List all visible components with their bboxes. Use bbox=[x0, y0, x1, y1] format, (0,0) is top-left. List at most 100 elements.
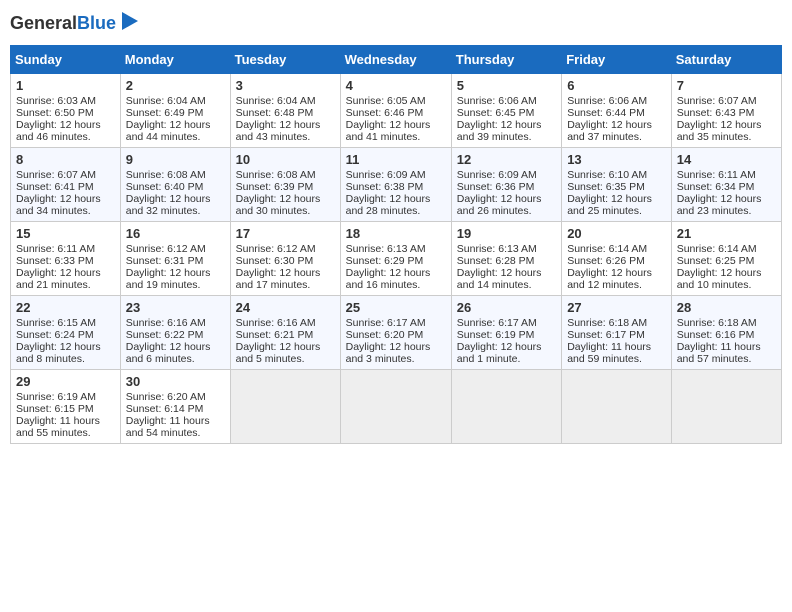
sunrise-text: Sunrise: 6:14 AM bbox=[567, 243, 666, 255]
day-number: 16 bbox=[126, 226, 225, 241]
calendar-cell: 18Sunrise: 6:13 AMSunset: 6:29 PMDayligh… bbox=[340, 222, 451, 296]
sunset-text: Sunset: 6:46 PM bbox=[346, 107, 446, 119]
daylight-text: Daylight: 11 hours and 54 minutes. bbox=[126, 415, 225, 439]
daylight-text: Daylight: 12 hours and 5 minutes. bbox=[236, 341, 335, 365]
calendar-cell: 25Sunrise: 6:17 AMSunset: 6:20 PMDayligh… bbox=[340, 296, 451, 370]
daylight-text: Daylight: 12 hours and 37 minutes. bbox=[567, 119, 666, 143]
calendar-cell: 17Sunrise: 6:12 AMSunset: 6:30 PMDayligh… bbox=[230, 222, 340, 296]
sunrise-text: Sunrise: 6:17 AM bbox=[457, 317, 556, 329]
sunrise-text: Sunrise: 6:17 AM bbox=[346, 317, 446, 329]
sunset-text: Sunset: 6:44 PM bbox=[567, 107, 666, 119]
day-number: 6 bbox=[567, 78, 666, 93]
sunrise-text: Sunrise: 6:11 AM bbox=[677, 169, 776, 181]
calendar-cell: 12 Sunrise: 6:09 AMSunset: 6:36 PMDayligh… bbox=[451, 148, 561, 222]
day-number: 1 bbox=[16, 78, 115, 93]
sunrise-text: Sunrise: 6:03 AM bbox=[16, 95, 115, 107]
day-number: 9 bbox=[126, 152, 225, 167]
calendar-cell: 8Sunrise: 6:07 AMSunset: 6:41 PMDaylight… bbox=[11, 148, 121, 222]
sunrise-text: Sunrise: 6:09 AM bbox=[346, 169, 446, 181]
calendar-cell bbox=[562, 370, 672, 444]
calendar-cell: 2Sunrise: 6:04 AMSunset: 6:49 PMDaylight… bbox=[120, 74, 230, 148]
sunset-text: Sunset: 6:41 PM bbox=[16, 181, 115, 193]
sunrise-text: Sunrise: 6:20 AM bbox=[126, 391, 225, 403]
sunset-text: Sunset: 6:31 PM bbox=[126, 255, 225, 267]
calendar-cell: 23Sunrise: 6:16 AMSunset: 6:22 PMDayligh… bbox=[120, 296, 230, 370]
daylight-text: Daylight: 12 hours and 25 minutes. bbox=[567, 193, 666, 217]
sunrise-text: Sunrise: 6:12 AM bbox=[126, 243, 225, 255]
sunrise-text: Sunrise: 6:12 AM bbox=[236, 243, 335, 255]
daylight-text: Daylight: 12 hours and 8 minutes. bbox=[16, 341, 115, 365]
sunset-text: Sunset: 6:43 PM bbox=[677, 107, 776, 119]
day-number: 24 bbox=[236, 300, 335, 315]
sunrise-text: Sunrise: 6:15 AM bbox=[16, 317, 115, 329]
sunset-text: Sunset: 6:26 PM bbox=[567, 255, 666, 267]
sunset-text: Sunset: 6:35 PM bbox=[567, 181, 666, 193]
calendar-cell: 24Sunrise: 6:16 AMSunset: 6:21 PMDayligh… bbox=[230, 296, 340, 370]
sunset-text: Sunset: 6:38 PM bbox=[346, 181, 446, 193]
calendar-header-monday: Monday bbox=[120, 46, 230, 74]
daylight-text: Daylight: 12 hours and 23 minutes. bbox=[677, 193, 776, 217]
calendar-cell: 11Sunrise: 6:09 AMSunset: 6:38 PMDayligh… bbox=[340, 148, 451, 222]
sunset-text: Sunset: 6:40 PM bbox=[126, 181, 225, 193]
calendar-header-tuesday: Tuesday bbox=[230, 46, 340, 74]
sunset-text: Sunset: 6:19 PM bbox=[457, 329, 556, 341]
daylight-text: Daylight: 12 hours and 46 minutes. bbox=[16, 119, 115, 143]
daylight-text: Daylight: 12 hours and 30 minutes. bbox=[236, 193, 335, 217]
sunset-text: Sunset: 6:45 PM bbox=[457, 107, 556, 119]
sunset-text: Sunset: 6:36 PM bbox=[457, 181, 556, 193]
sunset-text: Sunset: 6:24 PM bbox=[16, 329, 115, 341]
sunset-text: Sunset: 6:16 PM bbox=[677, 329, 776, 341]
calendar-cell: 9 Sunrise: 6:08 AMSunset: 6:40 PMDaylight… bbox=[120, 148, 230, 222]
daylight-text: Daylight: 12 hours and 41 minutes. bbox=[346, 119, 446, 143]
calendar-cell: 29Sunrise: 6:19 AMSunset: 6:15 PMDayligh… bbox=[11, 370, 121, 444]
day-number: 20 bbox=[567, 226, 666, 241]
calendar-week-4: 22Sunrise: 6:15 AMSunset: 6:24 PMDayligh… bbox=[11, 296, 782, 370]
daylight-text: Daylight: 12 hours and 17 minutes. bbox=[236, 267, 335, 291]
sunset-text: Sunset: 6:22 PM bbox=[126, 329, 225, 341]
sunset-text: Sunset: 6:21 PM bbox=[236, 329, 335, 341]
daylight-text: Daylight: 12 hours and 3 minutes. bbox=[346, 341, 446, 365]
daylight-text: Daylight: 12 hours and 26 minutes. bbox=[457, 193, 556, 217]
calendar-cell: 30Sunrise: 6:20 AMSunset: 6:14 PMDayligh… bbox=[120, 370, 230, 444]
sunset-text: Sunset: 6:14 PM bbox=[126, 403, 225, 415]
calendar-cell: 26Sunrise: 6:17 AMSunset: 6:19 PMDayligh… bbox=[451, 296, 561, 370]
daylight-text: Daylight: 12 hours and 28 minutes. bbox=[346, 193, 446, 217]
day-number: 21 bbox=[677, 226, 776, 241]
sunrise-text: Sunrise: 6:13 AM bbox=[457, 243, 556, 255]
sunset-text: Sunset: 6:50 PM bbox=[16, 107, 115, 119]
sunrise-text: Sunrise: 6:09 AM bbox=[457, 169, 556, 181]
sunset-text: Sunset: 6:28 PM bbox=[457, 255, 556, 267]
day-number: 29 bbox=[16, 374, 115, 389]
day-number: 12 bbox=[457, 152, 556, 167]
daylight-text: Daylight: 11 hours and 59 minutes. bbox=[567, 341, 666, 365]
day-number: 22 bbox=[16, 300, 115, 315]
sunset-text: Sunset: 6:48 PM bbox=[236, 107, 335, 119]
daylight-text: Daylight: 12 hours and 14 minutes. bbox=[457, 267, 556, 291]
logo: GeneralBlue bbox=[10, 10, 144, 37]
daylight-text: Daylight: 12 hours and 32 minutes. bbox=[126, 193, 225, 217]
calendar-header-thursday: Thursday bbox=[451, 46, 561, 74]
day-number: 8 bbox=[16, 152, 115, 167]
sunrise-text: Sunrise: 6:18 AM bbox=[677, 317, 776, 329]
sunrise-text: Sunrise: 6:11 AM bbox=[16, 243, 115, 255]
sunrise-text: Sunrise: 6:08 AM bbox=[126, 169, 225, 181]
calendar-cell: 5Sunrise: 6:06 AMSunset: 6:45 PMDaylight… bbox=[451, 74, 561, 148]
sunset-text: Sunset: 6:33 PM bbox=[16, 255, 115, 267]
day-number: 27 bbox=[567, 300, 666, 315]
calendar-cell: 15Sunrise: 6:11 AMSunset: 6:33 PMDayligh… bbox=[11, 222, 121, 296]
daylight-text: Daylight: 12 hours and 44 minutes. bbox=[126, 119, 225, 143]
calendar-header-sunday: Sunday bbox=[11, 46, 121, 74]
sunrise-text: Sunrise: 6:04 AM bbox=[126, 95, 225, 107]
page-header: GeneralBlue bbox=[10, 10, 782, 37]
daylight-text: Daylight: 11 hours and 55 minutes. bbox=[16, 415, 115, 439]
daylight-text: Daylight: 12 hours and 10 minutes. bbox=[677, 267, 776, 291]
day-number: 19 bbox=[457, 226, 556, 241]
calendar-cell: 1 Sunrise: 6:03 AMSunset: 6:50 PMDaylight… bbox=[11, 74, 121, 148]
sunrise-text: Sunrise: 6:18 AM bbox=[567, 317, 666, 329]
sunrise-text: Sunrise: 6:06 AM bbox=[567, 95, 666, 107]
daylight-text: Daylight: 12 hours and 35 minutes. bbox=[677, 119, 776, 143]
calendar-cell: 21Sunrise: 6:14 AMSunset: 6:25 PMDayligh… bbox=[671, 222, 781, 296]
sunset-text: Sunset: 6:39 PM bbox=[236, 181, 335, 193]
calendar-week-1: 1Sunrise: 6:03 AMSunset: 6:50 PMDaylight… bbox=[11, 74, 782, 148]
sunset-text: Sunset: 6:25 PM bbox=[677, 255, 776, 267]
